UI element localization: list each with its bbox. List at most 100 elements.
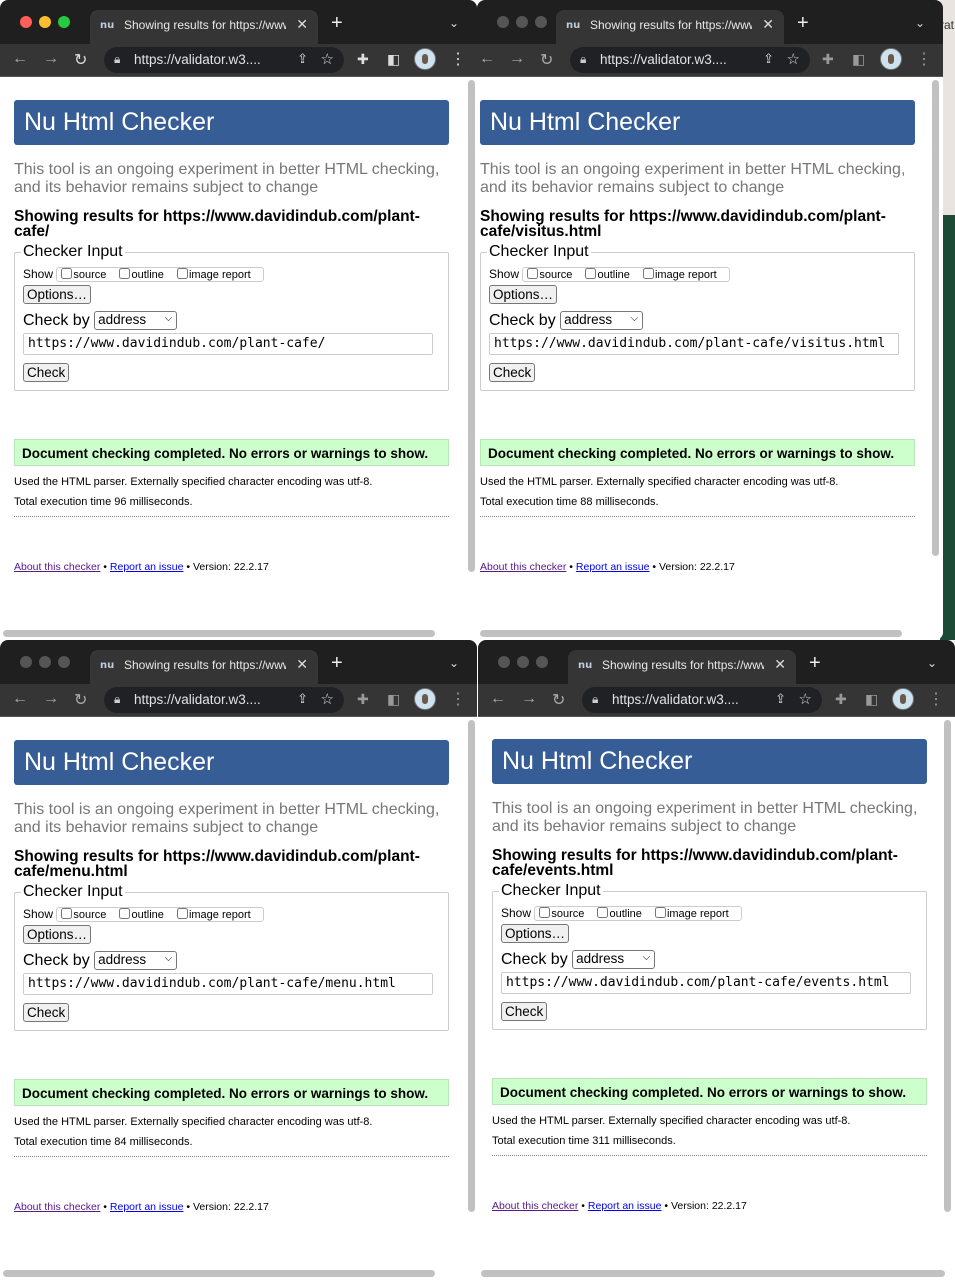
browser-tab[interactable]: nu Showing results for https://www.david… <box>90 650 318 684</box>
new-tab-icon[interactable]: + <box>331 12 343 35</box>
new-tab-icon[interactable]: + <box>331 652 343 675</box>
source-checkbox[interactable] <box>61 268 73 279</box>
about-link[interactable]: About this checker <box>492 1200 578 1212</box>
tab-search-chevron-icon[interactable]: ⌄ <box>927 656 937 670</box>
tab-close-icon[interactable]: ✕ <box>296 656 308 673</box>
reload-icon[interactable]: ↻ <box>74 50 87 70</box>
image-report-checkbox[interactable] <box>176 268 188 279</box>
tab-close-icon[interactable]: ✕ <box>296 16 308 33</box>
outline-checkbox[interactable] <box>597 907 609 918</box>
tab-search-chevron-icon[interactable]: ⌄ <box>449 656 459 670</box>
side-panel-icon[interactable]: ◧ <box>387 691 400 708</box>
outline-option[interactable]: outline <box>583 268 630 281</box>
url-input[interactable]: https://www.davidindub.com/plant-cafe/vi… <box>489 333 899 355</box>
image-report-checkbox[interactable] <box>176 908 188 919</box>
source-option[interactable]: source <box>59 268 106 281</box>
forward-arrow-icon[interactable]: → <box>43 690 59 708</box>
bookmark-star-icon[interactable]: ☆ <box>321 690 334 708</box>
vertical-scrollbar[interactable] <box>932 80 939 556</box>
profile-avatar-icon[interactable] <box>892 688 914 710</box>
back-arrow-icon[interactable]: ← <box>12 690 28 708</box>
source-checkbox[interactable] <box>539 907 551 918</box>
share-icon[interactable]: ⇪ <box>775 691 786 707</box>
close-window-button[interactable] <box>498 656 510 668</box>
about-link[interactable]: About this checker <box>480 561 566 573</box>
share-icon[interactable]: ⇪ <box>297 51 308 67</box>
reload-icon[interactable]: ↻ <box>552 690 565 710</box>
source-option[interactable]: source <box>537 907 584 920</box>
share-icon[interactable]: ⇪ <box>297 691 308 707</box>
menu-kebab-icon[interactable]: ⋮ <box>450 49 466 69</box>
side-panel-icon[interactable]: ◧ <box>852 51 865 68</box>
forward-arrow-icon[interactable]: → <box>43 50 59 68</box>
image-report-option[interactable]: image report <box>641 268 717 281</box>
forward-arrow-icon[interactable]: → <box>521 690 537 708</box>
share-icon[interactable]: ⇪ <box>763 51 774 67</box>
minimize-window-button[interactable] <box>517 656 529 668</box>
reload-icon[interactable]: ↻ <box>540 50 553 70</box>
vertical-scrollbar[interactable] <box>944 720 951 1212</box>
bookmark-star-icon[interactable]: ☆ <box>321 50 334 68</box>
menu-kebab-icon[interactable]: ⋮ <box>450 689 466 709</box>
horizontal-scrollbar[interactable] <box>480 630 902 637</box>
horizontal-scrollbar[interactable] <box>481 1270 945 1277</box>
horizontal-scrollbar[interactable] <box>3 630 435 637</box>
extensions-puzzle-icon[interactable]: ✚ <box>357 51 369 68</box>
options-button[interactable]: Options… <box>489 285 558 304</box>
source-option[interactable]: source <box>59 908 106 921</box>
image-report-checkbox[interactable] <box>642 268 654 279</box>
source-option[interactable]: source <box>525 268 572 281</box>
tab-search-chevron-icon[interactable]: ⌄ <box>449 16 459 30</box>
options-button[interactable]: Options… <box>501 924 570 943</box>
check-button[interactable]: Check <box>23 363 70 382</box>
bookmark-star-icon[interactable]: ☆ <box>787 50 800 68</box>
profile-avatar-icon[interactable] <box>880 48 902 70</box>
tab-search-chevron-icon[interactable]: ⌄ <box>915 16 925 30</box>
url-input[interactable]: https://www.davidindub.com/plant-cafe/ <box>23 333 433 355</box>
check-button[interactable]: Check <box>501 1002 548 1021</box>
side-panel-icon[interactable]: ◧ <box>865 691 878 708</box>
image-report-option[interactable]: image report <box>653 907 729 920</box>
new-tab-icon[interactable]: + <box>809 652 821 675</box>
about-link[interactable]: About this checker <box>14 561 100 573</box>
extensions-puzzle-icon[interactable]: ✚ <box>357 691 369 708</box>
reload-icon[interactable]: ↻ <box>74 690 87 710</box>
check-button[interactable]: Check <box>489 363 536 382</box>
outline-option[interactable]: outline <box>595 907 642 920</box>
outline-option[interactable]: outline <box>117 268 164 281</box>
url-input[interactable]: https://www.davidindub.com/plant-cafe/ev… <box>501 972 911 994</box>
maximize-window-button[interactable] <box>535 16 547 28</box>
close-window-button[interactable] <box>497 16 509 28</box>
extensions-puzzle-icon[interactable]: ✚ <box>835 691 847 708</box>
browser-tab[interactable]: nu Showing results for https://www.david… <box>556 10 784 44</box>
check-by-select[interactable]: address ⌵ <box>560 311 644 330</box>
close-window-button[interactable] <box>20 656 32 668</box>
outline-checkbox[interactable] <box>119 268 131 279</box>
address-bar[interactable]: 🔒︎ https://validator.w3.... ⇪ ☆ <box>104 47 344 73</box>
maximize-window-button[interactable] <box>536 656 548 668</box>
back-arrow-icon[interactable]: ← <box>490 690 506 708</box>
check-by-select[interactable]: address ⌵ <box>572 950 656 969</box>
profile-avatar-icon[interactable] <box>414 48 436 70</box>
bookmark-star-icon[interactable]: ☆ <box>799 690 812 708</box>
minimize-window-button[interactable] <box>516 16 528 28</box>
side-panel-icon[interactable]: ◧ <box>387 51 400 68</box>
menu-kebab-icon[interactable]: ⋮ <box>928 689 944 709</box>
address-bar[interactable]: 🔒︎ https://validator.w3.... ⇪ ☆ <box>582 687 822 713</box>
tab-close-icon[interactable]: ✕ <box>762 16 774 33</box>
close-window-button[interactable] <box>20 16 32 28</box>
browser-tab[interactable]: nu Showing results for https://www.david… <box>568 650 796 684</box>
outline-checkbox[interactable] <box>119 908 131 919</box>
image-report-checkbox[interactable] <box>654 907 666 918</box>
back-arrow-icon[interactable]: ← <box>479 50 495 68</box>
check-by-select[interactable]: address ⌵ <box>94 951 178 970</box>
forward-arrow-icon[interactable]: → <box>509 50 525 68</box>
about-link[interactable]: About this checker <box>14 1201 100 1213</box>
source-checkbox[interactable] <box>61 908 73 919</box>
extensions-puzzle-icon[interactable]: ✚ <box>822 51 834 68</box>
minimize-window-button[interactable] <box>39 16 51 28</box>
address-bar[interactable]: 🔒︎ https://validator.w3.... ⇪ ☆ <box>570 47 810 73</box>
browser-tab[interactable]: nu Showing results for https://www.david… <box>90 10 318 44</box>
report-issue-link[interactable]: Report an issue <box>110 1201 184 1213</box>
maximize-window-button[interactable] <box>58 656 70 668</box>
